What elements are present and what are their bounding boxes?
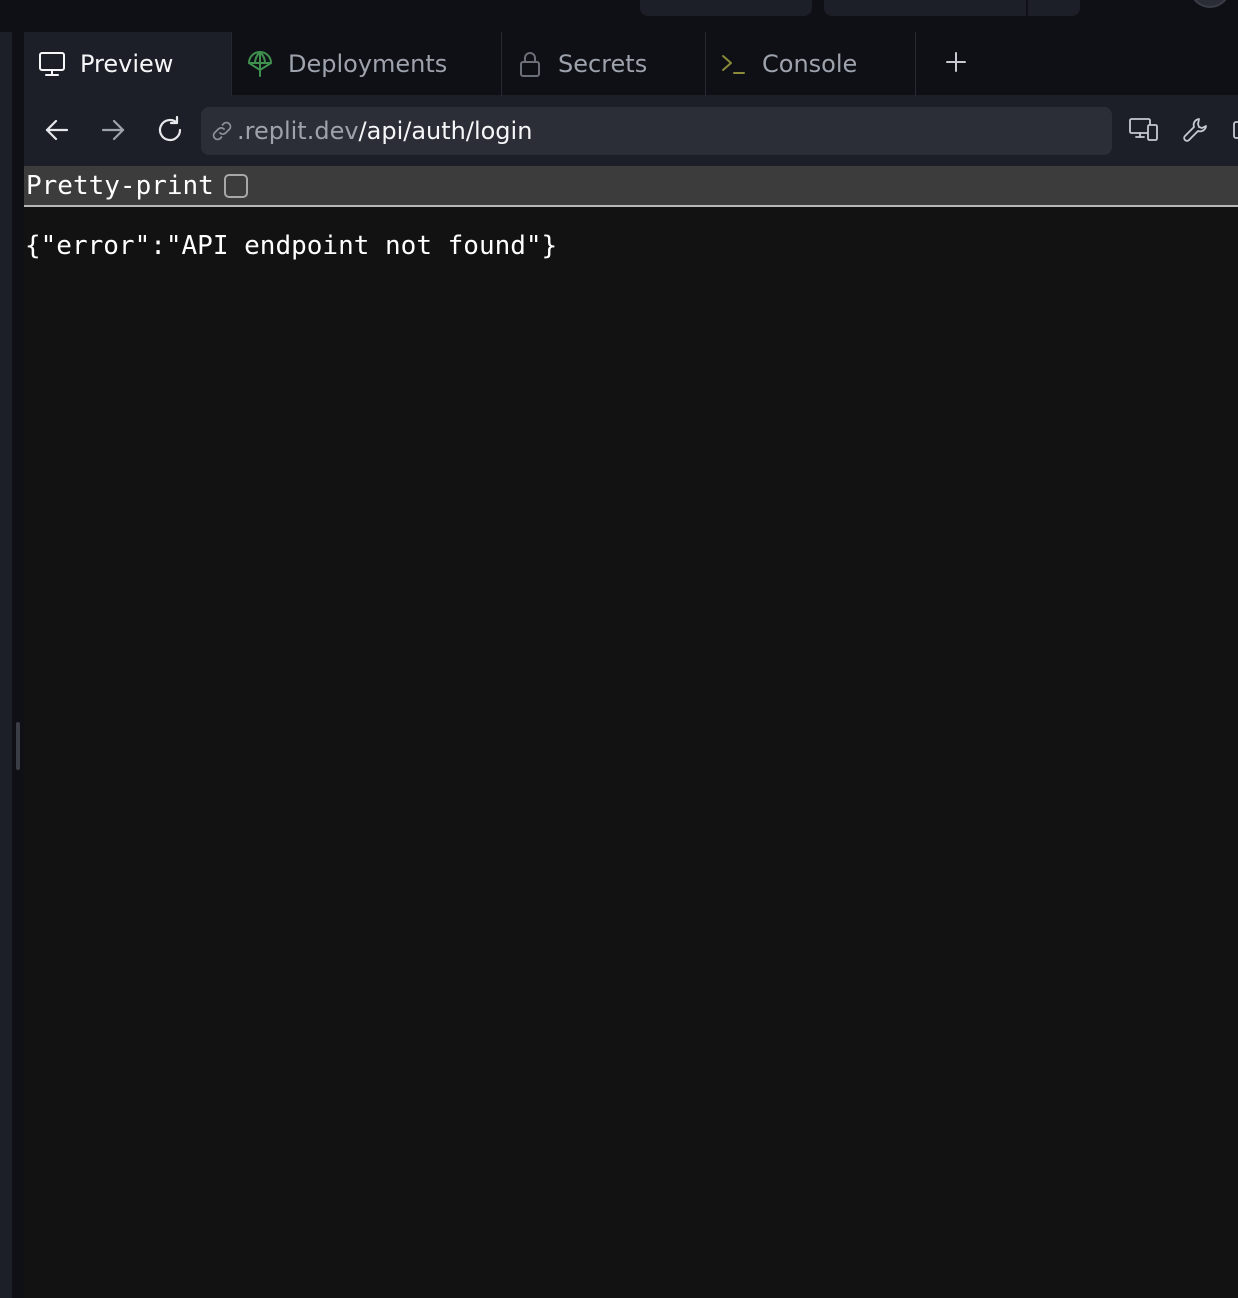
back-button[interactable] bbox=[37, 112, 77, 152]
tab-secrets[interactable]: Secrets bbox=[502, 32, 706, 96]
tab-preview-label: Preview bbox=[80, 50, 174, 78]
pretty-print-label: Pretty-print bbox=[26, 170, 214, 201]
deployments-icon bbox=[246, 50, 274, 78]
left-panel-edge bbox=[0, 32, 12, 1298]
open-new-window-button[interactable] bbox=[1226, 112, 1238, 152]
url-text: .replit.dev/api/auth/login bbox=[237, 117, 532, 145]
top-toolbar-button[interactable] bbox=[640, 0, 812, 16]
wrench-icon bbox=[1182, 116, 1210, 148]
reload-button[interactable] bbox=[150, 112, 190, 152]
devtools-button[interactable] bbox=[1176, 112, 1216, 152]
tab-console[interactable]: Console bbox=[706, 32, 916, 96]
window-icon bbox=[1226, 118, 1238, 146]
arrow-left-icon bbox=[44, 117, 70, 147]
monitor-icon bbox=[38, 50, 66, 78]
tab-deployments[interactable]: Deployments bbox=[232, 32, 502, 96]
tab-deployments-label: Deployments bbox=[288, 50, 448, 78]
plus-icon bbox=[944, 50, 968, 78]
pretty-print-checkbox[interactable] bbox=[223, 173, 248, 198]
top-toolbar-dropdown[interactable] bbox=[1028, 0, 1080, 16]
device-toggle-button[interactable] bbox=[1124, 112, 1164, 152]
reload-icon bbox=[155, 115, 185, 149]
tab-preview[interactable]: Preview bbox=[24, 32, 232, 96]
pretty-print-bar: Pretty-print bbox=[24, 166, 1238, 207]
forward-button[interactable] bbox=[93, 112, 133, 152]
panel-gutter bbox=[12, 32, 24, 1298]
url-domain: .replit.dev bbox=[237, 117, 359, 145]
avatar[interactable] bbox=[1190, 0, 1230, 8]
panel-resize-handle[interactable] bbox=[16, 722, 20, 770]
terminal-icon bbox=[720, 50, 748, 78]
arrow-right-icon bbox=[100, 117, 126, 147]
tab-bar: Preview Deployments Secrets Console bbox=[24, 32, 1238, 96]
devices-icon bbox=[1128, 116, 1160, 148]
json-response-body: {"error":"API endpoint not found"} bbox=[25, 231, 558, 261]
top-toolbar-button[interactable] bbox=[824, 0, 1026, 16]
preview-toolbar: .replit.dev/api/auth/login bbox=[24, 96, 1238, 166]
lock-icon bbox=[516, 50, 544, 78]
url-path: /api/auth/login bbox=[358, 117, 533, 145]
preview-content: {"error":"API endpoint not found"} bbox=[24, 207, 1238, 1298]
url-input[interactable]: .replit.dev/api/auth/login bbox=[201, 107, 1112, 155]
tab-secrets-label: Secrets bbox=[558, 50, 648, 78]
link-icon bbox=[209, 118, 235, 144]
add-tab-button[interactable] bbox=[924, 32, 988, 96]
tab-console-label: Console bbox=[762, 50, 858, 78]
top-bar bbox=[0, 0, 1238, 32]
